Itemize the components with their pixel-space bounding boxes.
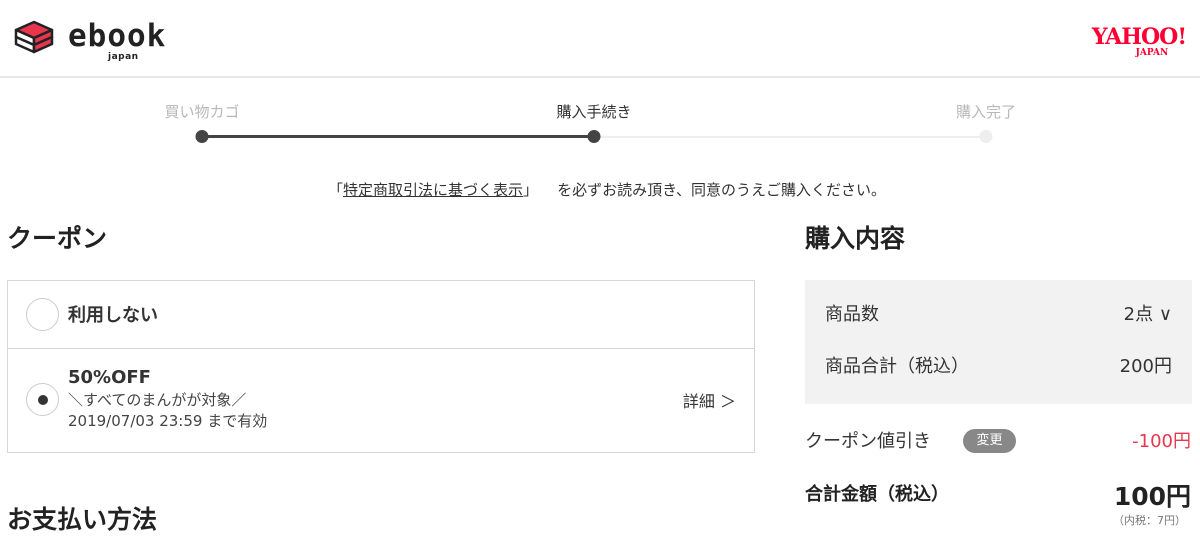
notice-text: を必ずお読み頂き、同意のうえご購入ください。	[557, 181, 887, 199]
coupon-scope-text: ＼すべてのまんがが対象／	[68, 391, 247, 409]
coupon-section-title: クーポン	[7, 224, 108, 253]
summary-box: 商品数 2点 ∨ 商品合計（税込） 200円	[805, 280, 1192, 404]
step-complete-dot	[979, 130, 993, 143]
payment-section-title: お支払い方法	[7, 505, 158, 534]
coupon-discount-value: -100円	[1132, 431, 1191, 452]
commercial-transactions-link[interactable]: 特定商取引法に基づく表示	[343, 181, 523, 199]
notice-bracket-close: 」	[522, 181, 538, 199]
logo-wordmark: ebook	[68, 18, 167, 54]
progress-line-remaining	[594, 136, 986, 138]
step-cart-label: 買い物カゴ	[164, 103, 240, 121]
coupon-50off-title: 50%OFF	[68, 367, 151, 388]
change-coupon-button[interactable]: 変更	[963, 429, 1016, 453]
notice-bracket-open: 「	[327, 181, 343, 199]
subtotal-label: 商品合計（税込）	[825, 356, 969, 377]
summary-section-title: 購入内容	[805, 224, 906, 253]
ebookjapan-logo[interactable]: ebook japan	[12, 16, 192, 66]
site-header: ebook japan YAHOO! JAPAN	[0, 0, 1200, 78]
yahoo-japan-logo[interactable]: YAHOO! JAPAN	[1091, 24, 1187, 58]
step-complete-label: 購入完了	[955, 103, 1017, 121]
item-count-label: 商品数	[825, 304, 879, 325]
step-checkout-label: 購入手続き	[556, 103, 632, 121]
total-value: 100円	[1113, 482, 1191, 511]
item-count-toggle[interactable]: 2点 ∨	[1124, 300, 1172, 326]
coupon-50off-description: ＼すべてのまんがが対象／ 2019/07/03 23:59 まで有効	[68, 390, 267, 432]
step-cart-dot	[195, 130, 209, 143]
coupon-none-radio[interactable]	[26, 298, 59, 331]
coupon-option-50off[interactable]: 50%OFF ＼すべてのまんがが対象／ 2019/07/03 23:59 まで有…	[8, 350, 754, 453]
radio-selected-dot	[38, 395, 48, 405]
coupon-discount-label: クーポン値引き	[805, 431, 931, 452]
coupon-expiry-text: 2019/07/03 23:59 まで有効	[68, 412, 268, 430]
book-stack-icon	[14, 20, 54, 54]
total-label: 合計金額（税込）	[805, 484, 949, 505]
yahoo-wordmark: YAHOO!	[1091, 24, 1187, 50]
step-checkout-dot	[587, 130, 601, 143]
progress-line-done	[202, 135, 594, 138]
tax-note: （内税：7円）	[1113, 514, 1186, 527]
coupon-detail-link[interactable]: 詳細 ＞	[683, 388, 736, 412]
logo-subtitle: japan	[108, 52, 139, 62]
coupon-option-none[interactable]: 利用しない	[8, 281, 754, 349]
subtotal-value: 200円	[1119, 356, 1172, 377]
legal-notice: 「特定商取引法に基づく表示」 を必ずお読み頂き、同意のうえご購入ください。	[0, 179, 1200, 200]
coupon-none-label: 利用しない	[68, 305, 158, 326]
coupon-50off-radio[interactable]	[26, 383, 59, 416]
coupon-options: 利用しない 50%OFF ＼すべてのまんがが対象／ 2019/07/03 23:…	[7, 280, 755, 453]
